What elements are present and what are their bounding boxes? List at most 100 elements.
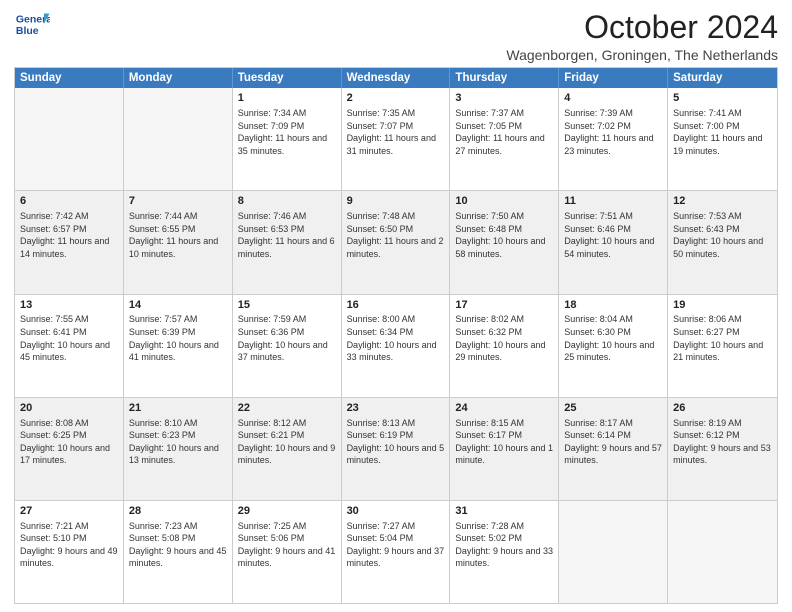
- calendar-cell: 21Sunrise: 8:10 AM Sunset: 6:23 PM Dayli…: [124, 398, 233, 500]
- calendar-cell: 31Sunrise: 7:28 AM Sunset: 5:02 PM Dayli…: [450, 501, 559, 603]
- calendar-cell: 12Sunrise: 7:53 AM Sunset: 6:43 PM Dayli…: [668, 191, 777, 293]
- cell-info: Sunrise: 7:23 AM Sunset: 5:08 PM Dayligh…: [129, 520, 227, 570]
- cell-info: Sunrise: 7:41 AM Sunset: 7:00 PM Dayligh…: [673, 107, 772, 157]
- cell-info: Sunrise: 8:15 AM Sunset: 6:17 PM Dayligh…: [455, 417, 553, 467]
- day-number: 13: [20, 298, 118, 313]
- cell-info: Sunrise: 7:46 AM Sunset: 6:53 PM Dayligh…: [238, 210, 336, 260]
- calendar-cell: 3Sunrise: 7:37 AM Sunset: 7:05 PM Daylig…: [450, 88, 559, 190]
- cell-info: Sunrise: 8:06 AM Sunset: 6:27 PM Dayligh…: [673, 313, 772, 363]
- day-number: 30: [347, 504, 445, 519]
- calendar: SundayMondayTuesdayWednesdayThursdayFrid…: [14, 67, 778, 604]
- calendar-cell: 18Sunrise: 8:04 AM Sunset: 6:30 PM Dayli…: [559, 295, 668, 397]
- cell-info: Sunrise: 7:55 AM Sunset: 6:41 PM Dayligh…: [20, 313, 118, 363]
- cell-info: Sunrise: 8:08 AM Sunset: 6:25 PM Dayligh…: [20, 417, 118, 467]
- calendar-cell: 20Sunrise: 8:08 AM Sunset: 6:25 PM Dayli…: [15, 398, 124, 500]
- day-number: 2: [347, 91, 445, 106]
- cell-info: Sunrise: 7:59 AM Sunset: 6:36 PM Dayligh…: [238, 313, 336, 363]
- day-number: 28: [129, 504, 227, 519]
- main-title: October 2024: [506, 10, 778, 45]
- header-cell-thursday: Thursday: [450, 68, 559, 88]
- cell-info: Sunrise: 7:28 AM Sunset: 5:02 PM Dayligh…: [455, 520, 553, 570]
- day-number: 4: [564, 91, 662, 106]
- calendar-cell: 23Sunrise: 8:13 AM Sunset: 6:19 PM Dayli…: [342, 398, 451, 500]
- logo-icon: General Blue: [14, 10, 50, 38]
- cell-info: Sunrise: 8:13 AM Sunset: 6:19 PM Dayligh…: [347, 417, 445, 467]
- calendar-row: 20Sunrise: 8:08 AM Sunset: 6:25 PM Dayli…: [15, 398, 777, 501]
- calendar-cell: 10Sunrise: 7:50 AM Sunset: 6:48 PM Dayli…: [450, 191, 559, 293]
- day-number: 6: [20, 194, 118, 209]
- cell-info: Sunrise: 7:25 AM Sunset: 5:06 PM Dayligh…: [238, 520, 336, 570]
- day-number: 23: [347, 401, 445, 416]
- day-number: 25: [564, 401, 662, 416]
- header-cell-friday: Friday: [559, 68, 668, 88]
- title-block: October 2024 Wagenborgen, Groningen, The…: [506, 10, 778, 63]
- day-number: 29: [238, 504, 336, 519]
- header-cell-wednesday: Wednesday: [342, 68, 451, 88]
- logo: General Blue: [14, 10, 50, 38]
- day-number: 26: [673, 401, 772, 416]
- day-number: 8: [238, 194, 336, 209]
- calendar-cell: 27Sunrise: 7:21 AM Sunset: 5:10 PM Dayli…: [15, 501, 124, 603]
- calendar-cell: 15Sunrise: 7:59 AM Sunset: 6:36 PM Dayli…: [233, 295, 342, 397]
- calendar-cell: 1Sunrise: 7:34 AM Sunset: 7:09 PM Daylig…: [233, 88, 342, 190]
- cell-info: Sunrise: 8:12 AM Sunset: 6:21 PM Dayligh…: [238, 417, 336, 467]
- day-number: 16: [347, 298, 445, 313]
- day-number: 9: [347, 194, 445, 209]
- day-number: 10: [455, 194, 553, 209]
- day-number: 5: [673, 91, 772, 106]
- calendar-cell: 26Sunrise: 8:19 AM Sunset: 6:12 PM Dayli…: [668, 398, 777, 500]
- calendar-row: 13Sunrise: 7:55 AM Sunset: 6:41 PM Dayli…: [15, 295, 777, 398]
- calendar-cell: [668, 501, 777, 603]
- calendar-row: 6Sunrise: 7:42 AM Sunset: 6:57 PM Daylig…: [15, 191, 777, 294]
- calendar-cell: 24Sunrise: 8:15 AM Sunset: 6:17 PM Dayli…: [450, 398, 559, 500]
- calendar-cell: 6Sunrise: 7:42 AM Sunset: 6:57 PM Daylig…: [15, 191, 124, 293]
- day-number: 14: [129, 298, 227, 313]
- day-number: 20: [20, 401, 118, 416]
- header-cell-saturday: Saturday: [668, 68, 777, 88]
- day-number: 31: [455, 504, 553, 519]
- cell-info: Sunrise: 7:42 AM Sunset: 6:57 PM Dayligh…: [20, 210, 118, 260]
- cell-info: Sunrise: 8:17 AM Sunset: 6:14 PM Dayligh…: [564, 417, 662, 467]
- calendar-header: SundayMondayTuesdayWednesdayThursdayFrid…: [15, 68, 777, 88]
- calendar-cell: 22Sunrise: 8:12 AM Sunset: 6:21 PM Dayli…: [233, 398, 342, 500]
- cell-info: Sunrise: 7:39 AM Sunset: 7:02 PM Dayligh…: [564, 107, 662, 157]
- cell-info: Sunrise: 7:48 AM Sunset: 6:50 PM Dayligh…: [347, 210, 445, 260]
- calendar-cell: [124, 88, 233, 190]
- calendar-cell: 19Sunrise: 8:06 AM Sunset: 6:27 PM Dayli…: [668, 295, 777, 397]
- cell-info: Sunrise: 7:51 AM Sunset: 6:46 PM Dayligh…: [564, 210, 662, 260]
- subtitle: Wagenborgen, Groningen, The Netherlands: [506, 47, 778, 63]
- calendar-cell: 7Sunrise: 7:44 AM Sunset: 6:55 PM Daylig…: [124, 191, 233, 293]
- cell-info: Sunrise: 8:10 AM Sunset: 6:23 PM Dayligh…: [129, 417, 227, 467]
- svg-text:Blue: Blue: [16, 25, 39, 37]
- day-number: 17: [455, 298, 553, 313]
- day-number: 22: [238, 401, 336, 416]
- calendar-cell: 30Sunrise: 7:27 AM Sunset: 5:04 PM Dayli…: [342, 501, 451, 603]
- day-number: 19: [673, 298, 772, 313]
- day-number: 12: [673, 194, 772, 209]
- cell-info: Sunrise: 7:21 AM Sunset: 5:10 PM Dayligh…: [20, 520, 118, 570]
- cell-info: Sunrise: 7:57 AM Sunset: 6:39 PM Dayligh…: [129, 313, 227, 363]
- day-number: 18: [564, 298, 662, 313]
- calendar-cell: 28Sunrise: 7:23 AM Sunset: 5:08 PM Dayli…: [124, 501, 233, 603]
- day-number: 27: [20, 504, 118, 519]
- calendar-row: 1Sunrise: 7:34 AM Sunset: 7:09 PM Daylig…: [15, 88, 777, 191]
- calendar-cell: [15, 88, 124, 190]
- cell-info: Sunrise: 7:50 AM Sunset: 6:48 PM Dayligh…: [455, 210, 553, 260]
- day-number: 1: [238, 91, 336, 106]
- calendar-cell: 2Sunrise: 7:35 AM Sunset: 7:07 PM Daylig…: [342, 88, 451, 190]
- cell-info: Sunrise: 8:00 AM Sunset: 6:34 PM Dayligh…: [347, 313, 445, 363]
- header: General Blue October 2024 Wagenborgen, G…: [14, 10, 778, 63]
- calendar-cell: 29Sunrise: 7:25 AM Sunset: 5:06 PM Dayli…: [233, 501, 342, 603]
- day-number: 15: [238, 298, 336, 313]
- calendar-row: 27Sunrise: 7:21 AM Sunset: 5:10 PM Dayli…: [15, 501, 777, 604]
- day-number: 7: [129, 194, 227, 209]
- day-number: 24: [455, 401, 553, 416]
- calendar-cell: 11Sunrise: 7:51 AM Sunset: 6:46 PM Dayli…: [559, 191, 668, 293]
- calendar-cell: 25Sunrise: 8:17 AM Sunset: 6:14 PM Dayli…: [559, 398, 668, 500]
- calendar-cell: 14Sunrise: 7:57 AM Sunset: 6:39 PM Dayli…: [124, 295, 233, 397]
- header-cell-sunday: Sunday: [15, 68, 124, 88]
- header-cell-monday: Monday: [124, 68, 233, 88]
- page: General Blue October 2024 Wagenborgen, G…: [0, 0, 792, 612]
- cell-info: Sunrise: 7:35 AM Sunset: 7:07 PM Dayligh…: [347, 107, 445, 157]
- cell-info: Sunrise: 8:19 AM Sunset: 6:12 PM Dayligh…: [673, 417, 772, 467]
